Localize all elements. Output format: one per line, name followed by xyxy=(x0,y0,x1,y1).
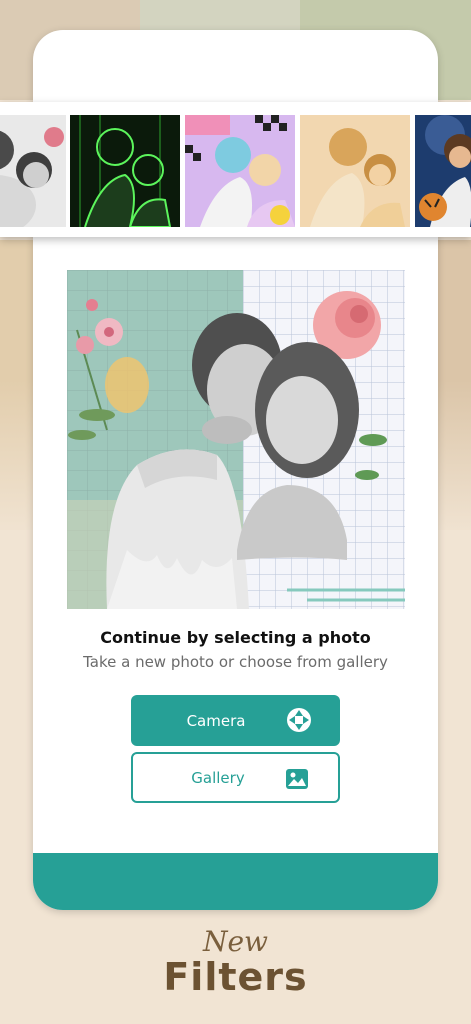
promo-new-label: New xyxy=(202,925,269,958)
image-icon xyxy=(284,766,310,792)
filter-thumb-pop-art[interactable] xyxy=(185,115,295,227)
picker-title: Continue by selecting a photo xyxy=(100,628,371,647)
promo-filters-label: Filters xyxy=(163,955,308,999)
filter-thumb-sketch-bw[interactable] xyxy=(0,115,66,227)
camera-shutter-icon xyxy=(286,707,312,733)
camera-button[interactable]: Camera xyxy=(131,695,340,746)
filter-thumb-neon-green[interactable] xyxy=(70,115,180,227)
filter-strip[interactable] xyxy=(0,102,471,237)
camera-button-label: Camera xyxy=(186,711,246,730)
filter-thumb-warm-vintage[interactable] xyxy=(300,115,410,227)
gallery-button[interactable]: Gallery xyxy=(131,752,340,803)
sample-photo-preview xyxy=(67,270,405,609)
gallery-button-label: Gallery xyxy=(191,768,245,787)
card-footer-bar xyxy=(33,853,438,910)
picker-subtitle: Take a new photo or choose from gallery xyxy=(83,653,388,671)
filter-thumb-tiger-night[interactable] xyxy=(415,115,471,227)
